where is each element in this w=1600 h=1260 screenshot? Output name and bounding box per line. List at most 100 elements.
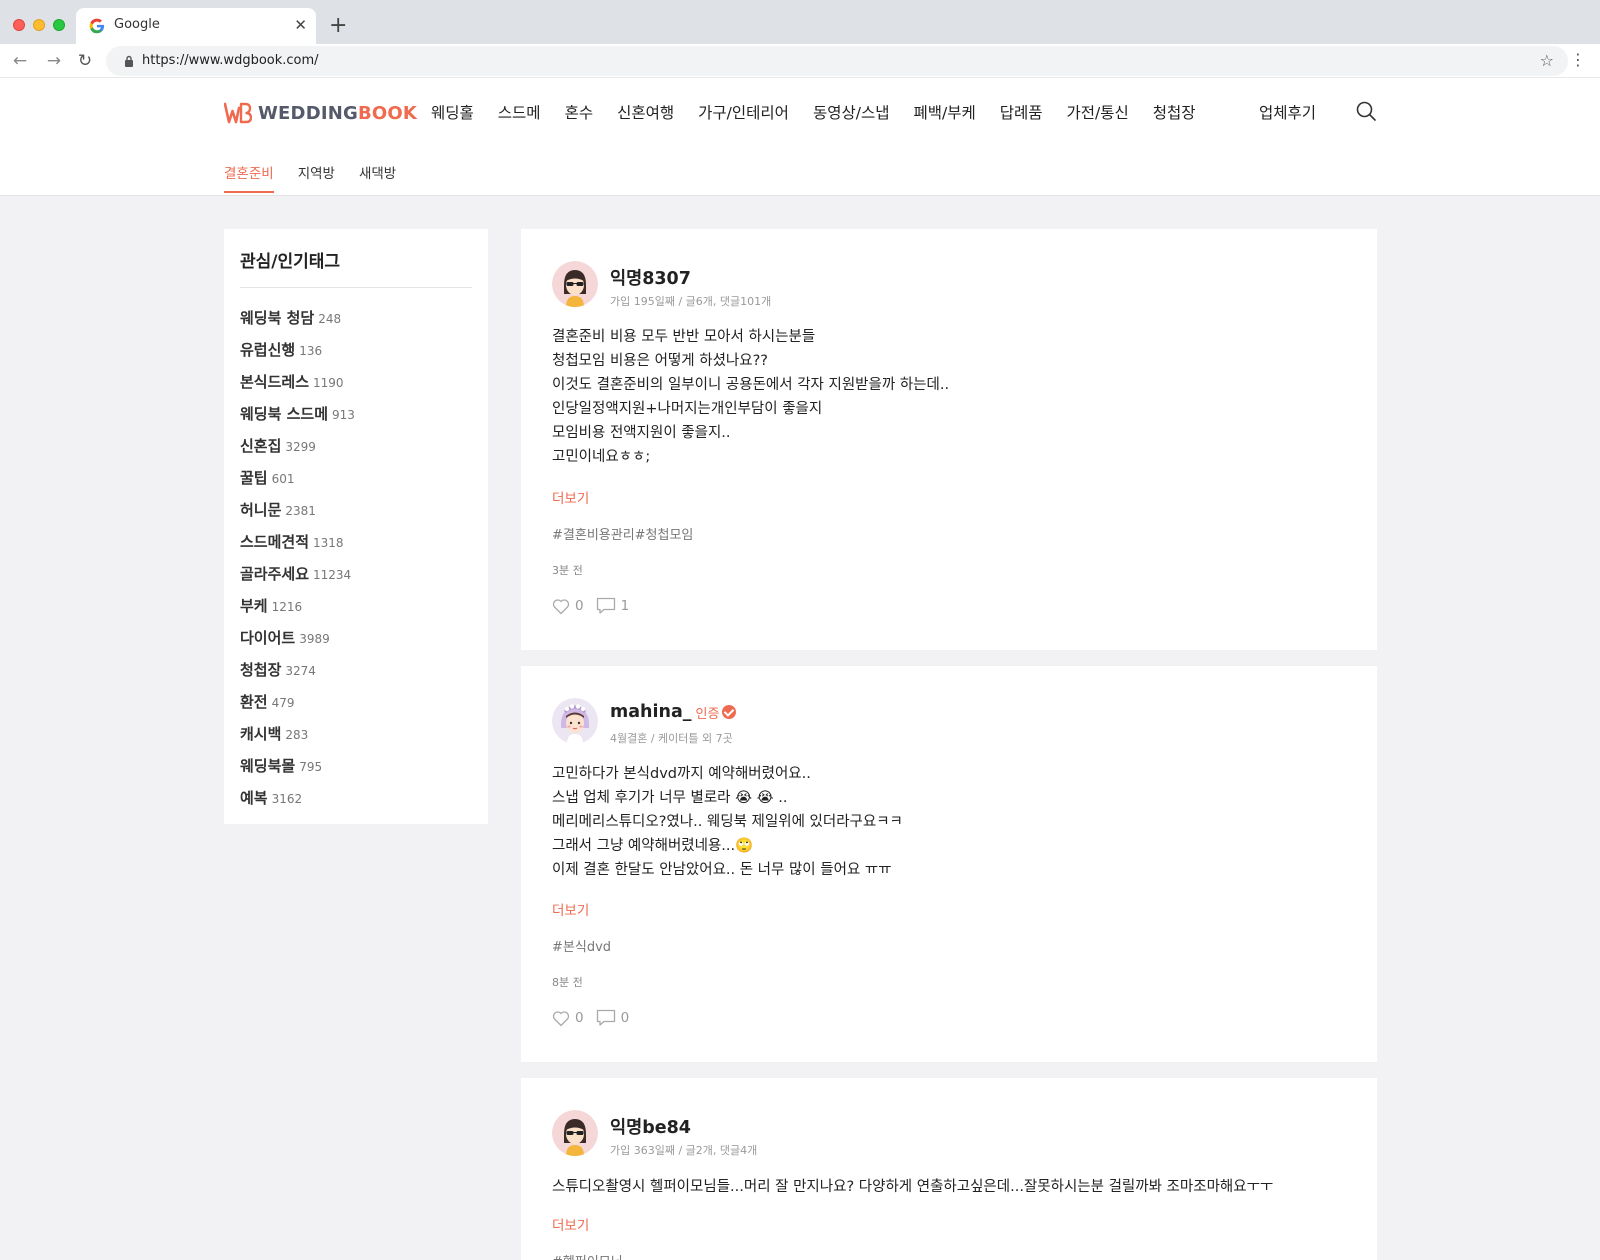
comment-icon[interactable] — [596, 1009, 616, 1027]
tag-count: 11234 — [313, 568, 352, 582]
tag-name: 신혼집 — [240, 437, 282, 455]
tag-item[interactable]: 웨딩북몰 795 — [240, 755, 355, 787]
bride-avatar[interactable] — [552, 698, 598, 744]
sub-nav: 결혼준비 지역방 새댁방 — [224, 162, 420, 193]
tag-item[interactable]: 유럽신행 136 — [240, 339, 355, 371]
back-icon[interactable]: ← — [9, 50, 31, 72]
post-tags[interactable]: #본식dvd — [552, 936, 611, 955]
post-card[interactable]: 익명be84 가입 363일째 / 글2개, 댓글4개 스튜디오촬영시 헬퍼이모… — [521, 1078, 1377, 1260]
tag-name: 청첩장 — [240, 661, 282, 679]
tag-item[interactable]: 예복 3162 — [240, 787, 355, 819]
anonymous-avatar[interactable] — [552, 261, 598, 307]
tab-newlywed[interactable]: 새댁방 — [359, 162, 396, 192]
heart-icon[interactable] — [552, 1010, 570, 1027]
post-tags[interactable]: #결혼비용관리#청첩모임 — [552, 524, 693, 543]
read-more-link[interactable]: 더보기 — [552, 899, 589, 919]
heart-icon[interactable] — [552, 598, 570, 615]
tag-item[interactable]: 꿀팁 601 — [240, 467, 355, 499]
tag-name: 본식드레스 — [240, 373, 310, 391]
tab-wedding-prep[interactable]: 결혼준비 — [224, 162, 274, 193]
nav-invitation[interactable]: 청첩장 — [1153, 101, 1196, 123]
reload-icon[interactable]: ↻ — [74, 50, 96, 72]
tag-name: 부케 — [240, 597, 268, 615]
tag-list: 웨딩북 청담 248 유럽신행 136 본식드레스 1190 웨딩북 스드메 913 신… — [240, 307, 355, 819]
post-time: 8분 전 — [552, 976, 583, 989]
post-body[interactable]: 고민하다가 본식dvd까지 예약해버렸어요.. 스냅 업체 후기가 너무 별로라… — [552, 762, 903, 882]
author-meta: 가입 195일째 / 글6개, 댓글101개 — [610, 295, 772, 308]
tag-name: 웨딩북 스드메 — [240, 405, 329, 423]
main-nav: 웨딩홀 스드메 혼수 신혼여행 가구/인테리어 동영상/스냅 폐백/부케 답례품… — [431, 101, 1220, 123]
post-body[interactable]: 스튜디오촬영시 헬퍼이모님들...머리 잘 만지나요? 다양하게 연출하고싶은데… — [552, 1175, 1273, 1199]
address-bar[interactable]: https://www.wdgbook.com/ ☆ — [106, 46, 1568, 76]
nav-honeymoon[interactable]: 신혼여행 — [617, 101, 674, 123]
post-card[interactable]: mahina_ 인증 4월결혼 / 케이터틀 외 7곳 고민하다가 본식dvd까… — [521, 666, 1377, 1062]
tag-count: 1190 — [313, 376, 344, 390]
post-card[interactable]: 익명8307 가입 195일째 / 글6개, 댓글101개 결혼준비 비용 모두… — [521, 229, 1377, 650]
nav-video-snap[interactable]: 동영상/스냅 — [813, 101, 890, 123]
tag-count: 479 — [271, 696, 295, 710]
tag-count: 1216 — [271, 600, 303, 614]
anonymous-avatar[interactable] — [552, 1110, 598, 1156]
browser-menu-icon[interactable]: ⋮ — [1570, 50, 1586, 70]
browser-toolbar: ← → ↻ https://www.wdgbook.com/ ☆ ⋮ — [0, 44, 1600, 78]
tag-item[interactable]: 본식드레스 1190 — [240, 371, 355, 403]
like-count: 0 — [575, 598, 584, 614]
tag-item[interactable]: 환전 479 — [240, 691, 355, 723]
tag-count: 2381 — [285, 504, 316, 518]
new-tab-icon[interactable]: + — [329, 14, 347, 38]
read-more-link[interactable]: 더보기 — [552, 1214, 589, 1234]
tag-item[interactable]: 허니문 2381 — [240, 499, 355, 531]
author-name[interactable]: 익명8307 — [610, 265, 691, 290]
weddingbook-logo[interactable]: WEDDINGBOOK — [224, 100, 417, 126]
tag-name: 스드메견적 — [240, 533, 310, 551]
tag-item[interactable]: 다이어트 3989 — [240, 627, 355, 659]
bookmark-star-icon[interactable]: ☆ — [1540, 51, 1554, 70]
tag-item[interactable]: 신혼집 3299 — [240, 435, 355, 467]
author-name[interactable]: 익명be84 — [610, 1114, 691, 1139]
nav-wedding-hall[interactable]: 웨딩홀 — [431, 101, 474, 123]
minimize-window-button[interactable] — [33, 19, 45, 31]
google-icon — [89, 18, 104, 34]
tag-name: 허니문 — [240, 501, 282, 519]
nav-furniture[interactable]: 가구/인테리어 — [698, 101, 789, 123]
post-line: 이것도 결혼준비의 일부이니 공용돈에서 각자 지원받을까 하는데.. — [552, 377, 950, 393]
logo-text-wedding: WEDDING — [258, 102, 358, 124]
close-window-button[interactable] — [13, 19, 25, 31]
nav-gifts[interactable]: 답례품 — [1000, 101, 1043, 123]
url-text: https://www.wdgbook.com/ — [142, 53, 319, 68]
post-body[interactable]: 결혼준비 비용 모두 반반 모아서 하시는분들 청첩모임 비용은 어떻게 하셨나… — [552, 325, 949, 469]
author-meta: 가입 363일째 / 글2개, 댓글4개 — [610, 1144, 758, 1157]
tag-item[interactable]: 캐시백 283 — [240, 723, 355, 755]
post-line: 청첩모임 비용은 어떻게 하셨나요?? — [552, 353, 768, 369]
comment-icon[interactable] — [596, 597, 616, 615]
post-tags[interactable]: #헬퍼이모님 — [552, 1251, 623, 1260]
author-name[interactable]: mahina_ 인증 — [610, 702, 737, 722]
logo-text-book: BOOK — [357, 102, 418, 124]
post-line: 고민하다가 본식dvd까지 예약해버렸어요.. — [552, 766, 811, 782]
nav-honsu[interactable]: 혼수 — [565, 101, 594, 123]
nav-sdm[interactable]: 스드메 — [498, 101, 541, 123]
maximize-window-button[interactable] — [53, 19, 65, 31]
read-more-link[interactable]: 더보기 — [552, 487, 589, 507]
tag-count: 795 — [299, 760, 323, 774]
tag-item[interactable]: 청첩장 3274 — [240, 659, 355, 691]
tag-count: 913 — [332, 408, 355, 422]
browser-tab[interactable]: Google ✕ — [76, 8, 316, 44]
tag-name: 예복 — [240, 789, 268, 807]
tag-item[interactable]: 웨딩북 스드메 913 — [240, 403, 355, 435]
nav-vendor-reviews[interactable]: 업체후기 — [1259, 101, 1316, 123]
author-name-text: mahina_ — [610, 702, 692, 722]
tab-regional[interactable]: 지역방 — [298, 162, 335, 192]
logo-text: WEDDINGBOOK — [258, 103, 417, 124]
tag-item[interactable]: 스드메견적 1318 — [240, 531, 355, 563]
tag-name: 골라주세요 — [240, 565, 310, 583]
close-tab-icon[interactable]: ✕ — [294, 16, 307, 34]
forward-icon[interactable]: → — [43, 50, 65, 72]
nav-pyebaek[interactable]: 폐백/부케 — [913, 101, 975, 123]
tag-item[interactable]: 골라주세요 11234 — [240, 563, 355, 595]
tag-item[interactable]: 부케 1216 — [240, 595, 355, 627]
post-line: 스튜디오촬영시 헬퍼이모님들...머리 잘 만지나요? 다양하게 연출하고싶은데… — [552, 1179, 1274, 1195]
nav-appliances[interactable]: 가전/통신 — [1067, 101, 1129, 123]
tag-item[interactable]: 웨딩북 청담 248 — [240, 307, 355, 339]
search-icon[interactable] — [1355, 100, 1377, 122]
